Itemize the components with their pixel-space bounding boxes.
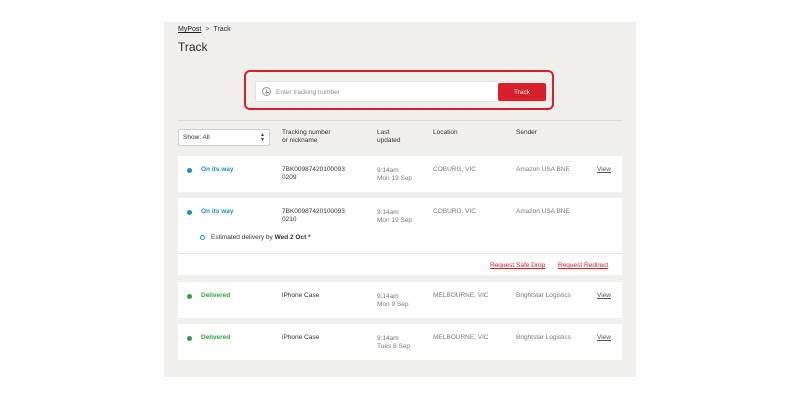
status-dot-icon — [187, 336, 192, 341]
column-header-tracking-line2: or nickname — [282, 137, 318, 144]
tracking-number-input[interactable] — [276, 84, 486, 100]
view-link[interactable]: View — [597, 334, 611, 341]
shipment-sender: Brightstar Logistics — [516, 334, 571, 341]
view-link[interactable]: View — [597, 166, 611, 173]
shipment-location: MELBOURNE, VIC — [433, 292, 489, 299]
shipment-tracking-line1: 7BK00987420100093 — [282, 208, 345, 215]
status-dot-icon — [187, 294, 192, 299]
status-dot-icon — [187, 210, 192, 215]
shipment-row[interactable]: Delivered iPhone Case 9:14am Tues 8 Sep … — [178, 324, 622, 360]
page-title: Track — [178, 40, 208, 54]
shipment-location: MELBOURNE, VIC — [433, 334, 489, 341]
shipment-updated: 9:14am Mon 9 Sep — [377, 293, 408, 309]
column-header-updated: Last updated — [377, 129, 401, 145]
shipment-updated-time: 9:14am — [377, 209, 399, 216]
shipment-location: COBURG, VIC — [433, 208, 476, 215]
column-header-location: Location — [433, 129, 458, 136]
ring-icon — [200, 235, 205, 240]
estimated-delivery: Estimated delivery by Wed 2 Oct * — [211, 234, 311, 241]
shipment-updated: 9:14am Tues 8 Sep — [377, 335, 410, 351]
shipment-status: On its way — [201, 208, 234, 215]
plus-circle-icon[interactable] — [262, 87, 271, 96]
estimated-delivery-footnote: * — [308, 234, 311, 241]
breadcrumb-mypost-link[interactable]: MyPost — [178, 26, 201, 33]
shipment-updated-time: 9:14am — [377, 293, 399, 300]
shipment-tracking-line1: 7BK00987420100093 — [282, 166, 345, 173]
shipment-status: Delivered — [201, 334, 231, 341]
request-redirect-link[interactable]: Request Redirect — [558, 262, 608, 269]
shipment-updated-time: 9:14am — [377, 167, 399, 174]
shipment-updated-date: Tues 8 Sep — [377, 343, 411, 350]
shipment-updated-date: Mon 19 Sep — [377, 175, 413, 182]
tracking-search-field: Track — [255, 81, 547, 102]
breadcrumb-separator: > — [205, 26, 210, 33]
card-divider — [178, 253, 622, 254]
shipment-updated-time: 9:14am — [377, 335, 399, 342]
shipment-status: On its way — [201, 166, 234, 173]
column-header-sender: Sender — [516, 129, 537, 136]
breadcrumb-current: Track — [213, 26, 231, 33]
shipment-nickname: iPhone Case — [282, 334, 320, 341]
shipment-row[interactable]: On its way 7BK00987420100093 0209 9:14am… — [178, 156, 622, 192]
shipment-updated: 9:14am Mon 19 Sep — [377, 167, 412, 183]
shipment-row[interactable]: Delivered iPhone Case 9:14am Mon 9 Sep M… — [178, 282, 622, 318]
shipment-updated-date: Mon 19 Sep — [377, 217, 413, 224]
show-filter-label: Show: All — [183, 134, 210, 141]
shipment-sender: Amazon USA BNE — [516, 208, 570, 215]
show-filter-select[interactable]: Show: All ▲ ▼ — [178, 129, 270, 146]
breadcrumb: MyPost > Track — [178, 26, 231, 33]
column-header-tracking-line1: Tracking number — [282, 129, 331, 136]
shipment-tracking: 7BK00987420100093 0210 — [282, 208, 345, 224]
track-button[interactable]: Track — [498, 83, 546, 101]
shipment-tracking-line2: 0210 — [282, 216, 297, 223]
estimated-delivery-date: Wed 2 Oct — [274, 234, 307, 241]
shipment-updated-date: Mon 9 Sep — [377, 301, 409, 308]
shipment-tracking: 7BK00987420100093 0209 — [282, 166, 345, 182]
column-header-updated-line2: updated — [377, 137, 401, 144]
tracking-search-box: Track — [244, 70, 554, 110]
view-link[interactable]: View — [597, 292, 611, 299]
estimated-delivery-label: Estimated delivery by — [211, 234, 273, 241]
request-safe-drop-link[interactable]: Request Safe Drop — [490, 262, 545, 269]
shipment-row-expanded[interactable]: On its way 7BK00987420100093 0210 9:14am… — [178, 198, 622, 275]
shipment-status: Delivered — [201, 292, 231, 299]
shipment-tracking-line2: 0209 — [282, 174, 297, 181]
shipment-sender: Brightstar Logistics — [516, 292, 571, 299]
up-down-arrows-icon: ▲ ▼ — [260, 132, 265, 143]
column-header-updated-line1: Last — [377, 129, 390, 136]
shipment-nickname: iPhone Case — [282, 292, 320, 299]
track-panel: MyPost>Track Track Track Show: All ▲▼ Tr… — [164, 22, 636, 377]
column-header-tracking: Tracking number or nickname — [282, 129, 331, 145]
section-divider — [178, 120, 622, 121]
status-dot-icon — [187, 168, 192, 173]
shipment-updated: 9:14am Mon 19 Sep — [377, 209, 412, 225]
shipment-location: COBURG, VIC — [433, 166, 476, 173]
shipment-sender: Amazon USA BNE — [516, 166, 570, 173]
